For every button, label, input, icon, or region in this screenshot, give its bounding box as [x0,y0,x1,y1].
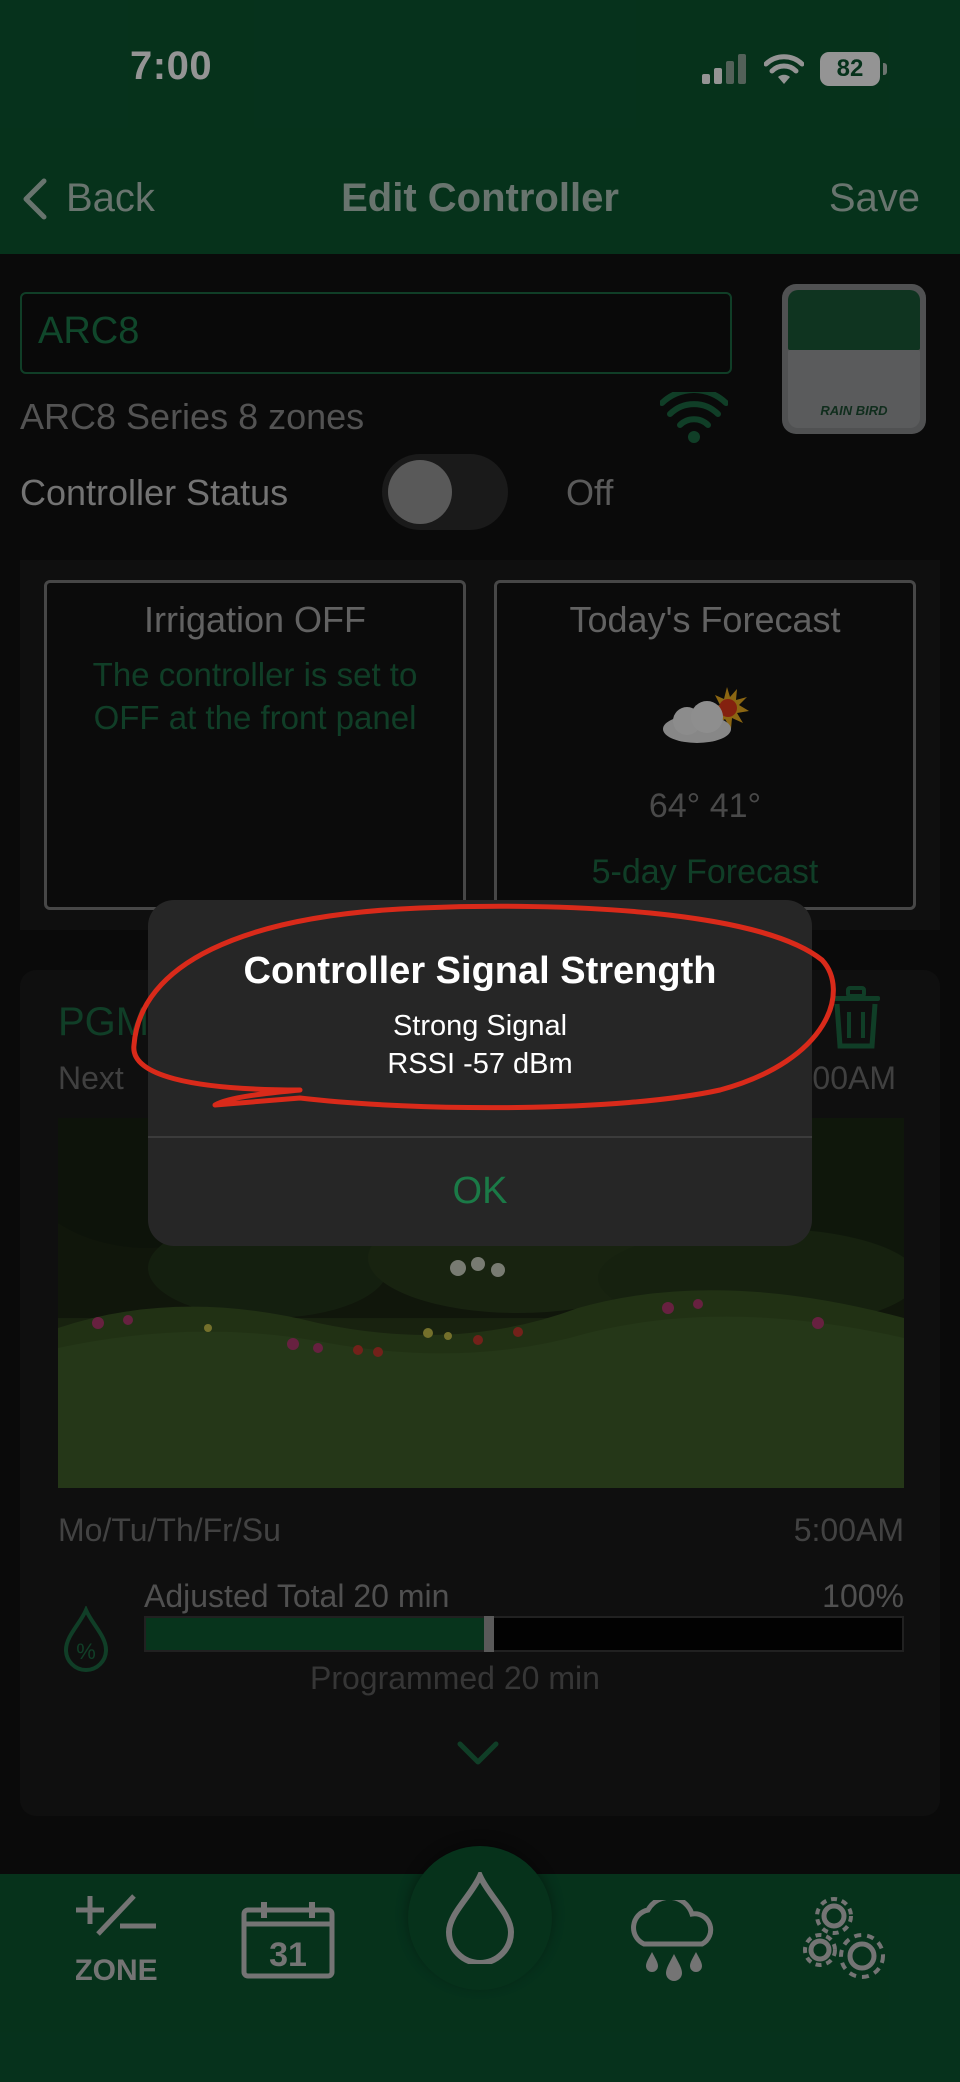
alert-signal-quality: Strong Signal [392,1010,568,1042]
alert-ok-button[interactable]: OK [148,1136,812,1246]
alert-rssi-value: RSSI -57 dBm [387,1048,573,1080]
signal-strength-alert: Controller Signal Strength Strong Signal… [148,900,812,1246]
alert-title: Controller Signal Strength [243,950,717,992]
